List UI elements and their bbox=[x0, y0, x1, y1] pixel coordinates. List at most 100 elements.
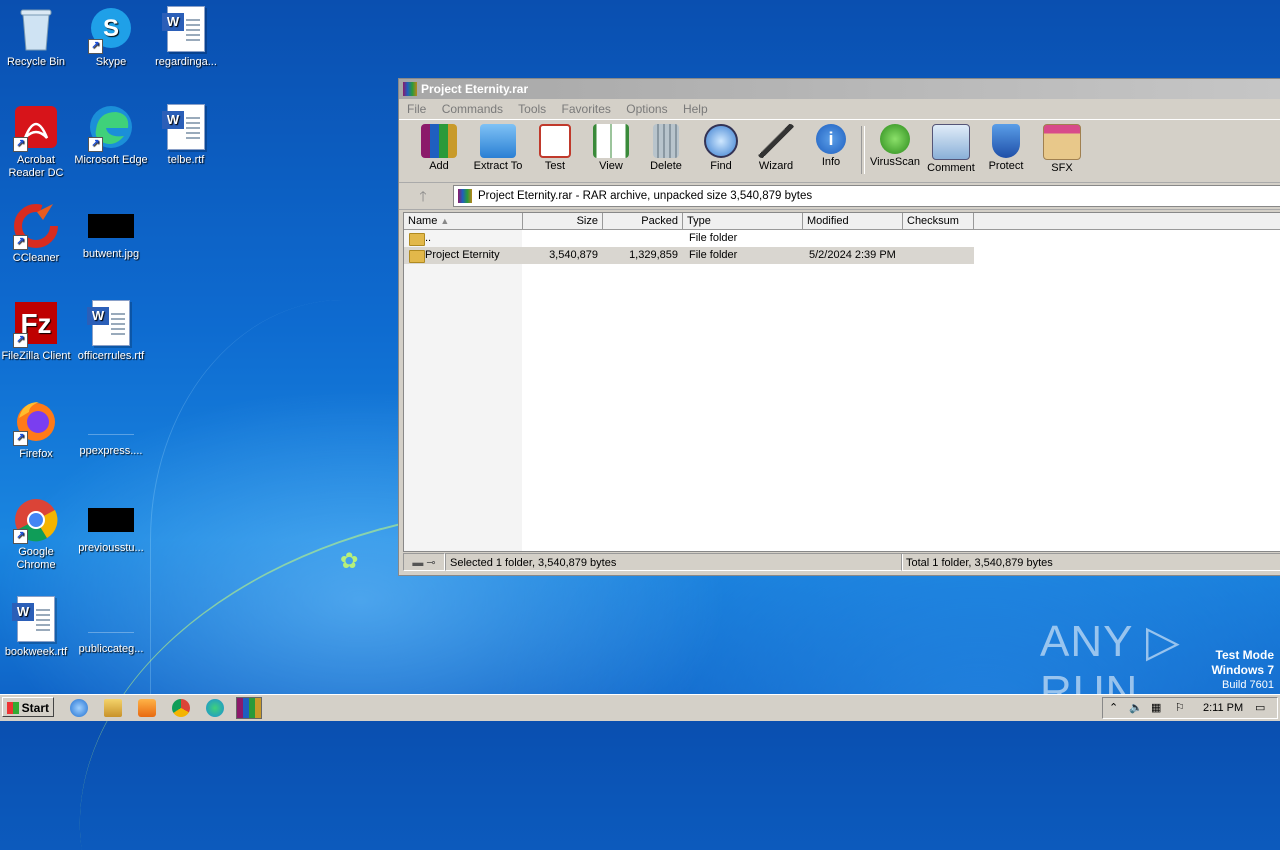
taskbar: Start ⌃ 🔈 ▦ ⚐ 2:11 PM ▭ bbox=[0, 694, 1280, 721]
drive-key-icon[interactable]: ▬ ⊸ bbox=[403, 553, 445, 571]
toolbar-label: Info bbox=[821, 156, 841, 168]
desktop-icon-bookweek[interactable]: W bookweek.rtf bbox=[0, 596, 76, 659]
wizard-button[interactable]: Wizard bbox=[749, 124, 803, 172]
desktop-icon-edge[interactable]: ↗ Microsoft Edge bbox=[71, 104, 151, 167]
ccleaner-icon: ↗ bbox=[13, 202, 59, 250]
network-icon[interactable]: ▦ bbox=[1151, 698, 1161, 718]
row-type: File folder bbox=[689, 249, 738, 261]
media-player-icon[interactable] bbox=[138, 699, 156, 717]
menubar: File Commands Tools Favorites Options He… bbox=[399, 99, 1280, 119]
test-mode-line: Test Mode bbox=[1215, 648, 1274, 662]
action-center-flag-icon[interactable]: ⚐ bbox=[1175, 698, 1185, 718]
sort-ascending-icon: ▲ bbox=[440, 216, 450, 226]
volume-icon[interactable]: 🔈 bbox=[1129, 698, 1143, 718]
clock[interactable]: 2:11 PM bbox=[1203, 698, 1243, 718]
word-document-icon: W bbox=[162, 104, 209, 150]
start-label: Start bbox=[21, 701, 49, 715]
menu-help[interactable]: Help bbox=[683, 102, 708, 116]
test-button[interactable]: Test bbox=[528, 124, 582, 172]
name-column-background bbox=[404, 229, 522, 551]
view-button[interactable]: View bbox=[584, 124, 638, 172]
chrome-taskbar-icon[interactable] bbox=[172, 699, 190, 717]
toolbar-label: Protect bbox=[988, 160, 1024, 172]
desktop-icon-officerrules[interactable]: W officerrules.rtf bbox=[71, 300, 151, 363]
up-arrow-icon[interactable]: 🡑 bbox=[407, 187, 439, 205]
word-document-icon: W bbox=[162, 6, 209, 52]
desktop-icon-regardinga[interactable]: W regardinga... bbox=[146, 6, 226, 69]
sfx-button[interactable]: SFX bbox=[1035, 124, 1089, 174]
virusscan-button[interactable]: VirusScan bbox=[868, 124, 922, 168]
file-list[interactable]: Name ▲ Size Packed Type Modified Checksu… bbox=[403, 212, 1280, 552]
desktop-icon-butwent[interactable]: butwent.jpg bbox=[71, 202, 151, 261]
desktop-icon-skype[interactable]: S ↗ Skype bbox=[71, 6, 151, 69]
toolbar-label: Wizard bbox=[758, 160, 794, 172]
comment-button[interactable]: Comment bbox=[924, 124, 978, 174]
test-mode-notice: Test Mode Windows 7 Build 7601 bbox=[1211, 648, 1274, 692]
show-hidden-icons-icon[interactable]: ⌃ bbox=[1109, 698, 1118, 718]
desktop-icon-recycle-bin[interactable]: Recycle Bin bbox=[0, 6, 76, 69]
delete-button[interactable]: Delete bbox=[639, 124, 693, 172]
menu-options[interactable]: Options bbox=[626, 102, 667, 116]
desktop-icon-label: Acrobat Reader DC bbox=[8, 154, 64, 179]
windows-version-line: Windows 7 bbox=[1211, 663, 1274, 677]
window-titlebar[interactable]: Project Eternity.rar bbox=[399, 79, 1280, 99]
toolbar-label: Delete bbox=[650, 160, 682, 172]
desktop-icon-label: telbe.rtf bbox=[167, 154, 205, 166]
address-field[interactable]: Project Eternity.rar - RAR archive, unpa… bbox=[453, 185, 1280, 207]
find-button[interactable]: Find bbox=[694, 124, 748, 172]
desktop-icon-label: Skype bbox=[95, 56, 127, 68]
toolbar: Add Extract To Test View Delete Find Wiz… bbox=[399, 119, 1280, 183]
column-header-checksum[interactable]: Checksum bbox=[903, 213, 974, 229]
desktop-icon-firefox[interactable]: ↗ Firefox bbox=[0, 398, 76, 461]
column-header-type[interactable]: Type bbox=[683, 213, 803, 229]
winrar-icon bbox=[403, 82, 417, 96]
view-book-icon bbox=[593, 124, 629, 158]
toolbar-label: SFX bbox=[1051, 162, 1073, 174]
sfx-box-icon bbox=[1043, 124, 1081, 160]
menu-favorites[interactable]: Favorites bbox=[562, 102, 611, 116]
desktop-icon-publiccateg[interactable]: publiccateg... bbox=[71, 596, 151, 656]
find-magnifier-icon bbox=[704, 124, 738, 158]
comment-icon bbox=[932, 124, 970, 160]
row-packed: 1,329,859 bbox=[629, 249, 678, 261]
desktop-icon-previousstu[interactable]: previousstu... bbox=[71, 496, 151, 555]
internet-explorer-icon[interactable] bbox=[70, 699, 88, 717]
explorer-folder-icon[interactable] bbox=[104, 699, 122, 717]
image-thumbnail-icon bbox=[88, 508, 134, 532]
desktop-icon-filezilla[interactable]: Fz ↗ FileZilla Client bbox=[0, 300, 76, 363]
word-document-icon: W bbox=[87, 300, 134, 346]
table-row-selected[interactable]: Project Eternity 3,540,879 1,329,859 Fil… bbox=[404, 247, 974, 264]
add-button[interactable]: Add bbox=[412, 124, 466, 172]
desktop-icon-ppexpress[interactable]: ppexpress.... bbox=[71, 398, 151, 458]
winrar-window[interactable]: Project Eternity.rar File Commands Tools… bbox=[398, 78, 1280, 576]
toolbar-label: Find bbox=[710, 160, 732, 172]
menu-commands[interactable]: Commands bbox=[442, 102, 503, 116]
column-header-name[interactable]: Name ▲ bbox=[404, 213, 523, 229]
table-row[interactable]: .. File folder bbox=[404, 230, 974, 247]
svg-text:S: S bbox=[103, 15, 119, 42]
desktop-icon-telbe[interactable]: W telbe.rtf bbox=[146, 104, 226, 167]
edge-taskbar-icon[interactable] bbox=[206, 699, 224, 717]
info-icon: i bbox=[816, 124, 846, 154]
virusscan-bug-icon bbox=[880, 124, 910, 154]
start-button[interactable]: Start bbox=[2, 697, 54, 717]
windows-flag-icon bbox=[7, 702, 19, 714]
desktop-icon-label: CCleaner bbox=[12, 252, 60, 264]
protect-button[interactable]: Protect bbox=[979, 124, 1033, 172]
extract-to-button[interactable]: Extract To bbox=[471, 124, 525, 172]
column-header-size[interactable]: Size bbox=[523, 213, 603, 229]
show-desktop-icon[interactable]: ▭ bbox=[1255, 698, 1265, 718]
menu-tools[interactable]: Tools bbox=[518, 102, 546, 116]
row-size: 3,540,879 bbox=[549, 249, 598, 261]
menu-file[interactable]: File bbox=[407, 102, 426, 116]
toolbar-separator bbox=[861, 126, 865, 174]
column-header-packed[interactable]: Packed bbox=[603, 213, 683, 229]
desktop-icon-ccleaner[interactable]: ↗ CCleaner bbox=[0, 202, 76, 265]
desktop-icon-chrome[interactable]: ↗ Google Chrome bbox=[0, 496, 76, 572]
status-bar: ▬ ⊸ Selected 1 folder, 3,540,879 bytes T… bbox=[403, 553, 1280, 571]
column-header-modified[interactable]: Modified bbox=[803, 213, 903, 229]
info-button[interactable]: i Info bbox=[804, 124, 858, 168]
toolbar-label: Comment bbox=[927, 162, 975, 174]
winrar-taskbar-button[interactable] bbox=[236, 697, 262, 719]
desktop-icon-acrobat[interactable]: ↗ Acrobat Reader DC bbox=[0, 104, 76, 180]
